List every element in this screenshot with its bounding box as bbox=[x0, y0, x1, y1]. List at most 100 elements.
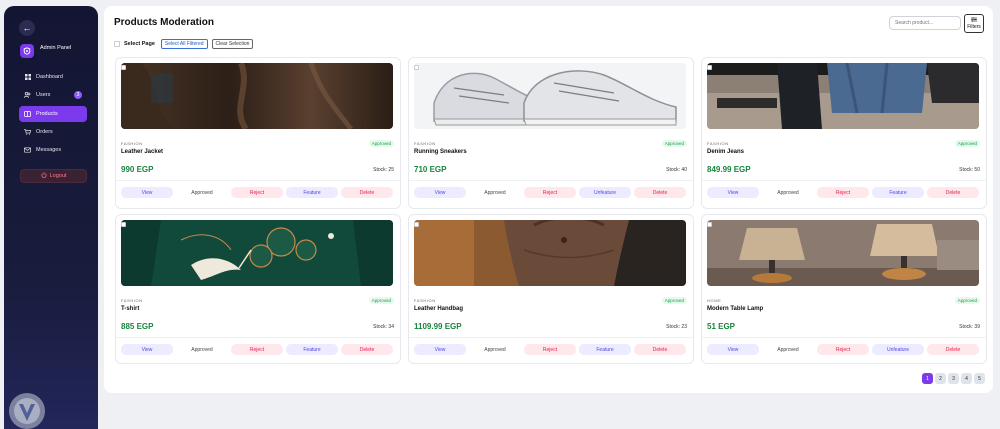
product-select-checkbox[interactable] bbox=[707, 65, 712, 70]
sidebar-item-label: Users bbox=[36, 92, 51, 99]
approved-label: Approved bbox=[191, 346, 213, 353]
pagination: 1 2 3 4 5 bbox=[922, 373, 985, 384]
product-stock: Stock: 34 bbox=[373, 324, 394, 330]
reject-button[interactable]: Reject bbox=[817, 344, 869, 355]
page-button-3[interactable]: 3 bbox=[948, 373, 959, 384]
select-page-label: Select Page bbox=[124, 41, 155, 47]
product-select-checkbox[interactable] bbox=[121, 222, 126, 227]
product-card: FASHION Approved Leather Handbag 1109.99… bbox=[408, 214, 694, 364]
page-button-2[interactable]: 2 bbox=[935, 373, 946, 384]
delete-button[interactable]: Delete bbox=[927, 187, 979, 198]
product-price: 849.99 EGP bbox=[707, 165, 751, 174]
product-category: FASHION bbox=[414, 298, 436, 303]
feature-button[interactable]: Feature bbox=[579, 344, 631, 355]
card-divider bbox=[409, 180, 693, 181]
product-select-checkbox[interactable] bbox=[414, 222, 419, 227]
view-button[interactable]: View bbox=[414, 187, 466, 198]
product-stock: Stock: 40 bbox=[666, 167, 687, 173]
select-page-checkbox[interactable] bbox=[114, 41, 120, 47]
delete-button[interactable]: Delete bbox=[927, 344, 979, 355]
card-actions: View Approved Reject Feature Delete bbox=[707, 187, 979, 198]
view-button[interactable]: View bbox=[121, 344, 173, 355]
feature-button[interactable]: Feature bbox=[872, 187, 924, 198]
sidebar-item-products[interactable]: Products bbox=[19, 105, 87, 122]
reject-button[interactable]: Reject bbox=[817, 187, 869, 198]
product-category: FASHION bbox=[707, 141, 729, 146]
back-arrow-icon[interactable]: ← bbox=[19, 20, 35, 36]
feature-button[interactable]: Feature bbox=[286, 344, 338, 355]
approved-label: Approved bbox=[777, 346, 799, 353]
cart-icon bbox=[24, 128, 31, 135]
product-price: 51 EGP bbox=[707, 322, 736, 331]
approved-label: Approved bbox=[777, 189, 799, 196]
card-divider bbox=[116, 337, 400, 338]
status-badge: Approved bbox=[954, 297, 980, 304]
filters-button[interactable]: Filters bbox=[964, 14, 984, 33]
delete-button[interactable]: Delete bbox=[341, 344, 393, 355]
view-button[interactable]: View bbox=[121, 187, 173, 198]
sidebar-item-label: Dashboard bbox=[36, 74, 63, 80]
product-card: FASHION Approved Leather Jacket 990 EGP … bbox=[115, 57, 401, 209]
card-actions: View Approved Reject Unfeature Delete bbox=[414, 187, 686, 198]
brand: Admin Panel bbox=[20, 44, 71, 58]
reject-button[interactable]: Reject bbox=[231, 344, 283, 355]
unfeature-button[interactable]: Unfeature bbox=[579, 187, 631, 198]
logout-button[interactable]: Logout bbox=[20, 169, 87, 183]
select-all-filtered-button[interactable]: Select All Filtered bbox=[160, 39, 208, 49]
product-category: FASHION bbox=[121, 141, 143, 146]
product-card: FASHION Approved T-shirt 885 EGP Stock: … bbox=[115, 214, 401, 364]
users-icon bbox=[24, 92, 31, 99]
reject-button[interactable]: Reject bbox=[524, 344, 576, 355]
delete-button[interactable]: Delete bbox=[634, 344, 686, 355]
product-select-checkbox[interactable] bbox=[707, 222, 712, 227]
sidebar-item-orders[interactable]: Orders bbox=[19, 124, 87, 140]
delete-button[interactable]: Delete bbox=[634, 187, 686, 198]
view-button[interactable]: View bbox=[707, 344, 759, 355]
product-select-checkbox[interactable] bbox=[414, 65, 419, 70]
page-button-1[interactable]: 1 bbox=[922, 373, 933, 384]
sidebar-nav: Dashboard Users 3 Products Orders Messag… bbox=[19, 69, 87, 160]
card-actions: View Approved Reject Feature Delete bbox=[121, 187, 393, 198]
sidebar-item-label: Messages bbox=[36, 147, 62, 154]
selection-bar: Select Page Select All Filtered Clear Se… bbox=[114, 39, 254, 49]
product-card: FASHION Approved Running Sneakers 710 EG… bbox=[408, 57, 694, 209]
status-badge: Approved bbox=[954, 140, 980, 147]
product-stock: Stock: 50 bbox=[959, 167, 980, 173]
sidebar-item-label: Products bbox=[36, 110, 58, 117]
brand-title: Admin Panel bbox=[40, 45, 72, 51]
reject-button[interactable]: Reject bbox=[524, 187, 576, 198]
users-count-badge: 3 bbox=[74, 91, 82, 100]
product-select-checkbox[interactable] bbox=[121, 65, 126, 70]
sliders-icon bbox=[971, 17, 977, 24]
sidebar-item-messages[interactable]: Messages bbox=[19, 142, 87, 158]
approved-label: Approved bbox=[484, 189, 506, 196]
sidebar-item-label: Orders bbox=[36, 128, 53, 135]
logout-label: Logout bbox=[49, 173, 67, 179]
product-price: 885 EGP bbox=[121, 322, 154, 331]
page-button-5[interactable]: 5 bbox=[974, 373, 985, 384]
delete-button[interactable]: Delete bbox=[341, 187, 393, 198]
view-button[interactable]: View bbox=[414, 344, 466, 355]
reject-button[interactable]: Reject bbox=[231, 187, 283, 198]
grid-icon bbox=[24, 74, 31, 81]
product-image-leather-handbag bbox=[414, 220, 686, 286]
product-price: 990 EGP bbox=[121, 165, 154, 174]
card-divider bbox=[702, 180, 986, 181]
product-name: T-shirt bbox=[121, 306, 140, 312]
product-name: Running Sneakers bbox=[414, 149, 467, 155]
product-grid: FASHION Approved Leather Jacket 990 EGP … bbox=[115, 57, 987, 364]
sidebar-item-dashboard[interactable]: Dashboard bbox=[19, 69, 87, 85]
clear-selection-button[interactable]: Clear Selection bbox=[211, 39, 254, 49]
unfeature-button[interactable]: Unfeature bbox=[872, 344, 924, 355]
feature-button[interactable]: Feature bbox=[286, 187, 338, 198]
view-button[interactable]: View bbox=[707, 187, 759, 198]
status-badge: Approved bbox=[661, 140, 687, 147]
page-button-4[interactable]: 4 bbox=[961, 373, 972, 384]
product-image-denim-jeans bbox=[707, 63, 979, 129]
search-input[interactable] bbox=[889, 16, 961, 30]
card-actions: View Approved Reject Feature Delete bbox=[121, 344, 393, 355]
box-icon bbox=[24, 110, 31, 117]
sidebar-item-users[interactable]: Users 3 bbox=[19, 87, 87, 103]
product-image-running-sneakers bbox=[414, 63, 686, 129]
status-badge: Approved bbox=[368, 297, 394, 304]
